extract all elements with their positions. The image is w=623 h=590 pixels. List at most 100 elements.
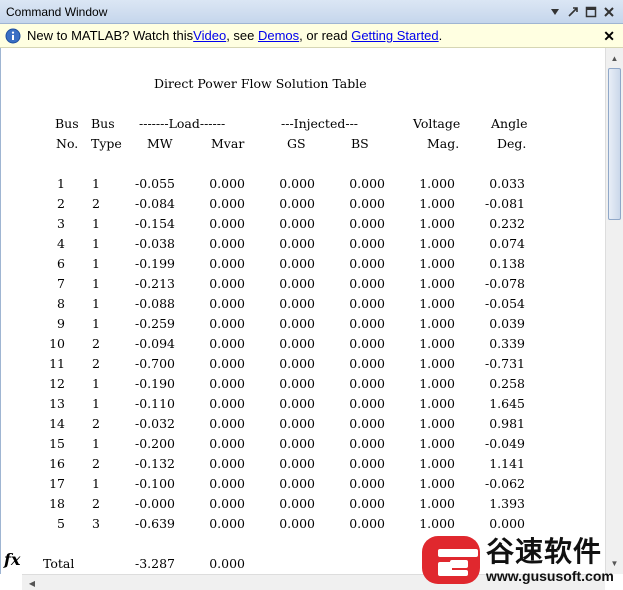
table-cell: 1.000 bbox=[419, 296, 455, 311]
table-cell: 1 bbox=[92, 176, 100, 191]
table-cell: 1.000 bbox=[419, 236, 455, 251]
table-cell: 0.000 bbox=[209, 436, 245, 451]
table-cell: 0.232 bbox=[489, 216, 525, 231]
scroll-left-icon[interactable]: ◀ bbox=[24, 575, 40, 590]
total-mw: -3.287 bbox=[134, 556, 175, 571]
header-load-group: -------Load------ bbox=[139, 116, 226, 131]
table-cell: 5 bbox=[57, 516, 65, 531]
table-cell: 1.393 bbox=[489, 496, 525, 511]
header-angle: Angle bbox=[491, 116, 528, 131]
table-cell: 0.033 bbox=[489, 176, 525, 191]
close-infobar-icon[interactable]: ✕ bbox=[603, 28, 615, 45]
table-cell: 2 bbox=[57, 196, 65, 211]
table-cell: 1.000 bbox=[419, 196, 455, 211]
table-cell: 0.000 bbox=[209, 216, 245, 231]
table-cell: 3 bbox=[92, 516, 100, 531]
video-link[interactable]: Video bbox=[193, 28, 226, 43]
table-cell: -0.731 bbox=[484, 356, 525, 371]
undock-icon[interactable] bbox=[567, 6, 579, 18]
table-cell: 1 bbox=[92, 216, 100, 231]
table-cell: 2 bbox=[92, 336, 100, 351]
table-cell: 3 bbox=[57, 216, 65, 231]
table-cell: 7 bbox=[57, 276, 65, 291]
table-cell: 1.000 bbox=[419, 396, 455, 411]
table-cell: 0.000 bbox=[209, 236, 245, 251]
total-label: Total bbox=[43, 556, 75, 571]
table-cell: 0.000 bbox=[279, 496, 315, 511]
table-cell: 0.000 bbox=[349, 376, 385, 391]
table-cell: 2 bbox=[92, 456, 100, 471]
table-cell: 0.039 bbox=[489, 316, 525, 331]
table-cell: 1.000 bbox=[419, 456, 455, 471]
getting-started-link[interactable]: Getting Started bbox=[351, 28, 438, 43]
watermark-url: www.gususoft.com bbox=[486, 568, 614, 584]
table-cell: 18 bbox=[49, 496, 65, 511]
table-cell: 1 bbox=[92, 256, 100, 271]
table-cell: 1.000 bbox=[419, 436, 455, 451]
table-cell: 14 bbox=[49, 416, 65, 431]
table-cell: 1 bbox=[92, 476, 100, 491]
header-deg: Deg. bbox=[497, 136, 527, 151]
table-cell: 0.000 bbox=[209, 316, 245, 331]
table-cell: 0.000 bbox=[279, 196, 315, 211]
table-cell: 0.000 bbox=[279, 216, 315, 231]
table-cell: 0.000 bbox=[209, 456, 245, 471]
scroll-up-icon[interactable]: ▲ bbox=[606, 50, 623, 67]
table-cell: 0.000 bbox=[349, 176, 385, 191]
window-title: Command Window bbox=[6, 4, 108, 19]
table-cell: 0.000 bbox=[209, 336, 245, 351]
table-cell: 0.000 bbox=[279, 276, 315, 291]
table-cell: 12 bbox=[49, 376, 65, 391]
header-type: Type bbox=[91, 136, 122, 151]
table-cell: 6 bbox=[57, 256, 65, 271]
header-bus-no-top: Bus bbox=[55, 116, 79, 131]
close-icon[interactable] bbox=[603, 6, 615, 18]
table-cell: 0.000 bbox=[279, 396, 315, 411]
table-cell: 0.000 bbox=[489, 516, 525, 531]
maximize-icon[interactable] bbox=[585, 6, 597, 18]
table-cell: 0.000 bbox=[349, 236, 385, 251]
actions-icon[interactable] bbox=[549, 6, 561, 18]
table-cell: 0.000 bbox=[349, 276, 385, 291]
scroll-thumb[interactable] bbox=[608, 68, 621, 220]
table-cell: 10 bbox=[49, 336, 65, 351]
table-cell: 0.000 bbox=[349, 356, 385, 371]
table-cell: 1 bbox=[92, 236, 100, 251]
header-mvar: Mvar bbox=[211, 136, 245, 151]
header-bus-type-top: Bus bbox=[91, 116, 115, 131]
table-cell: 0.000 bbox=[209, 356, 245, 371]
table-cell: 2 bbox=[92, 196, 100, 211]
table-cell: 0.000 bbox=[209, 496, 245, 511]
table-cell: 0.000 bbox=[209, 256, 245, 271]
table-cell: -0.000 bbox=[134, 496, 175, 511]
table-cell: 2 bbox=[92, 356, 100, 371]
table-cell: 0.000 bbox=[209, 416, 245, 431]
header-injected-group: ---Injected--- bbox=[281, 116, 359, 131]
table-cell: 0.339 bbox=[489, 336, 525, 351]
table-cell: 1.000 bbox=[419, 416, 455, 431]
table-cell: 0.000 bbox=[279, 516, 315, 531]
table-cell: 0.000 bbox=[209, 376, 245, 391]
table-title: Direct Power Flow Solution Table bbox=[154, 76, 367, 91]
table-cell: 0.000 bbox=[209, 296, 245, 311]
table-cell: -0.032 bbox=[134, 416, 175, 431]
table-cell: 8 bbox=[57, 296, 65, 311]
header-bs: BS bbox=[351, 136, 369, 151]
vertical-scrollbar[interactable]: ▲ ▼ bbox=[605, 48, 623, 574]
command-output[interactable]: Direct Power Flow Solution Table Bus Bus… bbox=[0, 48, 605, 574]
table-cell: 0.000 bbox=[349, 476, 385, 491]
table-cell: 0.000 bbox=[279, 356, 315, 371]
table-cell: -0.700 bbox=[134, 356, 175, 371]
table-cell: 1 bbox=[92, 316, 100, 331]
table-cell: 0.000 bbox=[279, 176, 315, 191]
table-cell: 0.000 bbox=[279, 376, 315, 391]
table-cell: 0.000 bbox=[349, 396, 385, 411]
table-cell: -0.259 bbox=[134, 316, 175, 331]
gususoft-logo-icon bbox=[422, 536, 480, 584]
fx-prompt-icon[interactable]: fx bbox=[4, 550, 20, 569]
table-cell: 1 bbox=[92, 396, 100, 411]
table-cell: 0.000 bbox=[209, 396, 245, 411]
table-cell: 0.000 bbox=[279, 256, 315, 271]
demos-link[interactable]: Demos bbox=[258, 28, 299, 43]
table-cell: 0.000 bbox=[349, 336, 385, 351]
